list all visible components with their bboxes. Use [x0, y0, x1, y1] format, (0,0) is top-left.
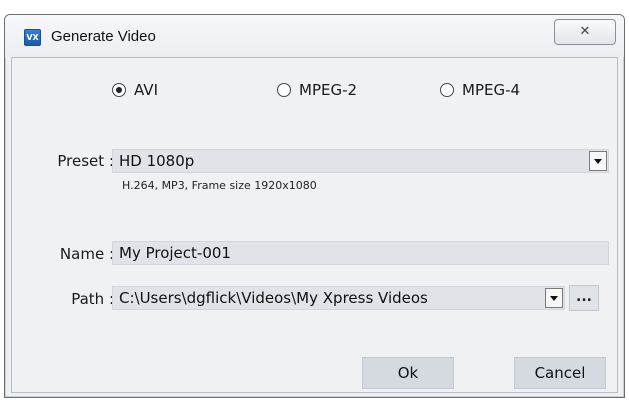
radio-mpeg4[interactable]: MPEG-4 [440, 80, 520, 100]
name-value: My Project-001 [119, 244, 231, 262]
radio-mpeg2[interactable]: MPEG-2 [277, 80, 357, 100]
generate-video-dialog: VX Generate Video ✕ AVI MPEG-2 MPEG-4 Pr… [4, 14, 625, 398]
title-bar[interactable]: VX Generate Video ✕ [5, 15, 624, 57]
close-icon: ✕ [579, 24, 591, 39]
name-input[interactable]: My Project-001 [112, 241, 609, 265]
ok-button[interactable]: Ok [362, 357, 454, 389]
radio-mpeg2-label: MPEG-2 [299, 81, 358, 99]
dialog-title: Generate Video [51, 28, 156, 45]
path-value: C:\Users\dgflick\Videos\My Xpress Videos [119, 289, 428, 307]
dialog-body: AVI MPEG-2 MPEG-4 Preset : HD 1080p H.26… [11, 57, 618, 393]
path-select[interactable]: C:\Users\dgflick\Videos\My Xpress Videos [112, 286, 565, 310]
preset-select[interactable]: HD 1080p [112, 149, 609, 173]
radio-avi[interactable]: AVI [112, 80, 158, 100]
preset-value: HD 1080p [119, 152, 195, 170]
path-label: Path : [71, 290, 114, 308]
radio-unchecked-icon [440, 83, 454, 97]
radio-avi-label: AVI [134, 81, 158, 99]
preset-description: H.264, MP3, Frame size 1920x1080 [122, 179, 317, 192]
browse-button[interactable]: ... [569, 285, 599, 311]
preset-label: Preset : [57, 152, 114, 170]
radio-unchecked-icon [277, 83, 291, 97]
chevron-down-icon[interactable] [589, 151, 607, 171]
radio-mpeg4-label: MPEG-4 [462, 81, 521, 99]
chevron-down-icon[interactable] [545, 288, 563, 308]
vx-app-icon: VX [24, 29, 41, 46]
radio-checked-icon [112, 83, 126, 97]
name-label: Name : [59, 245, 114, 263]
cancel-button[interactable]: Cancel [514, 357, 606, 389]
close-button[interactable]: ✕ [554, 19, 616, 45]
